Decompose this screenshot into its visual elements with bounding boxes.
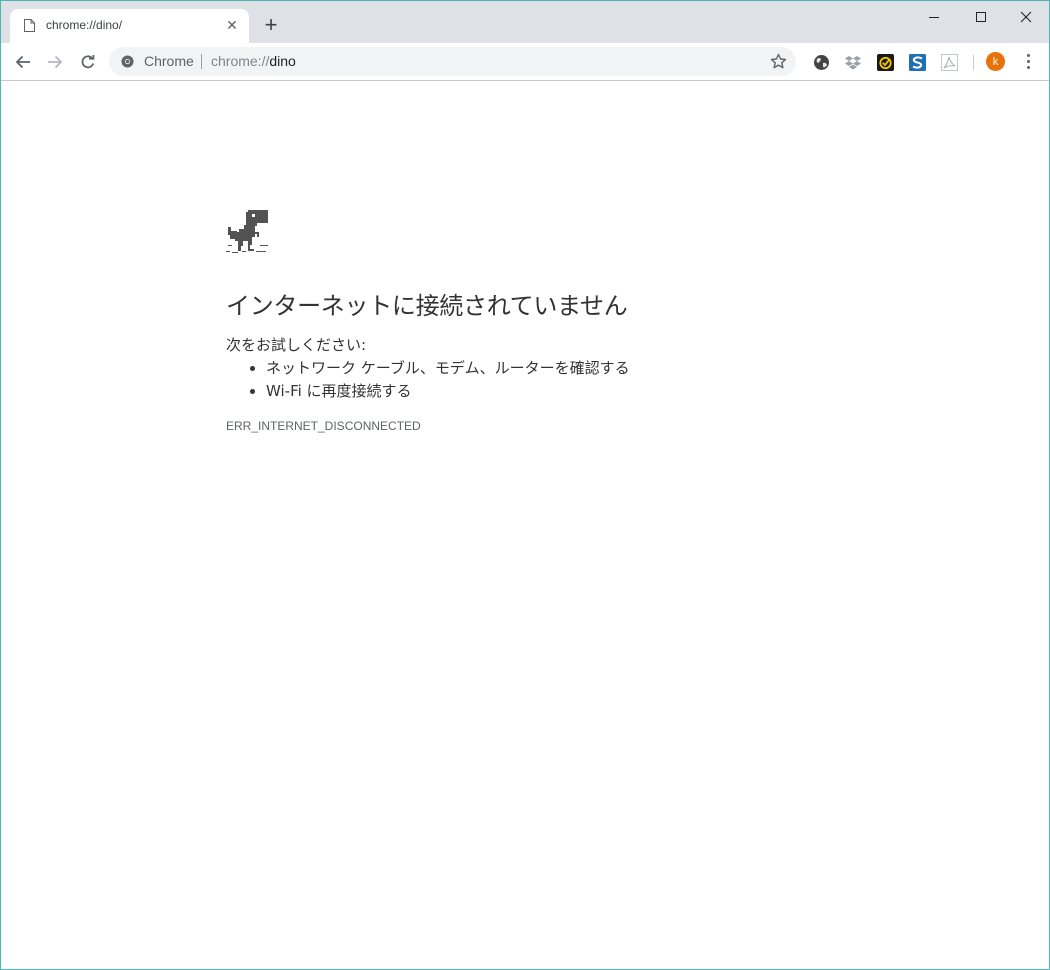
tab-strip: chrome://dino/ ✕ + [1, 1, 1049, 43]
chrome-icon [121, 55, 134, 68]
maximize-icon [976, 12, 986, 22]
extension-s-icon[interactable] [908, 53, 926, 71]
check-shield-icon [876, 53, 894, 71]
reload-icon [81, 55, 95, 69]
error-code: ERR_INTERNET_DISCONNECTED [226, 419, 421, 433]
extension-norton-icon[interactable] [876, 53, 894, 71]
toolbar-divider [973, 55, 974, 70]
omnibox[interactable]: Chrome chrome://dino [109, 47, 796, 76]
profile-avatar[interactable]: k [986, 52, 1005, 71]
maximize-button[interactable] [958, 3, 1004, 31]
back-arrow-icon [15, 55, 30, 69]
forward-button[interactable] [43, 50, 67, 74]
dropbox-icon [845, 55, 861, 69]
extension-dropbox-icon[interactable] [844, 53, 862, 71]
window-close-button[interactable] [1003, 3, 1049, 31]
t-rex-dino-icon [226, 210, 268, 253]
url-host: dino [269, 53, 296, 69]
forward-arrow-icon [48, 55, 63, 69]
tab-close-icon[interactable]: ✕ [224, 18, 240, 34]
pdf-icon [940, 53, 958, 71]
minimize-icon [929, 17, 939, 18]
reload-button[interactable] [76, 50, 100, 74]
url-scheme: chrome:// [211, 53, 270, 69]
minimize-button[interactable] [911, 3, 957, 31]
close-icon [1020, 11, 1032, 23]
extension-globe-icon[interactable] [812, 53, 830, 71]
suggestion-check-cables: ネットワーク ケーブル、モデム、ルーターを確認する [266, 357, 630, 380]
menu-kebab-icon[interactable] [1019, 51, 1037, 71]
browser-window: chrome://dino/ ✕ + Chrome chrome://dino … [0, 0, 1050, 970]
tab-dino[interactable]: chrome://dino/ ✕ [10, 9, 249, 43]
new-tab-button[interactable]: + [261, 14, 281, 36]
url-text[interactable]: chrome://dino [211, 53, 296, 69]
omnibox-divider [201, 54, 202, 69]
s-logo-icon [908, 53, 926, 71]
back-button[interactable] [11, 50, 35, 74]
tab-title: chrome://dino/ [46, 18, 123, 32]
toolbar: Chrome chrome://dino k [1, 43, 1049, 81]
site-chip-label: Chrome [144, 53, 194, 69]
extension-pdf-icon[interactable] [940, 53, 958, 71]
globe-icon [813, 54, 829, 70]
suggestions-label: 次をお試しください: [226, 336, 367, 354]
suggestions-list: ネットワーク ケーブル、モデム、ルーターを確認する Wi-Fi に再度接続する [226, 357, 630, 403]
page-icon [24, 19, 35, 32]
error-heading: インターネットに接続されていません [226, 292, 628, 320]
bookmark-star-icon[interactable] [770, 53, 787, 70]
suggestion-reconnect-wifi: Wi-Fi に再度接続する [266, 380, 630, 403]
error-page: インターネットに接続されていません 次をお試しください: ネットワーク ケーブル… [1, 81, 1049, 969]
